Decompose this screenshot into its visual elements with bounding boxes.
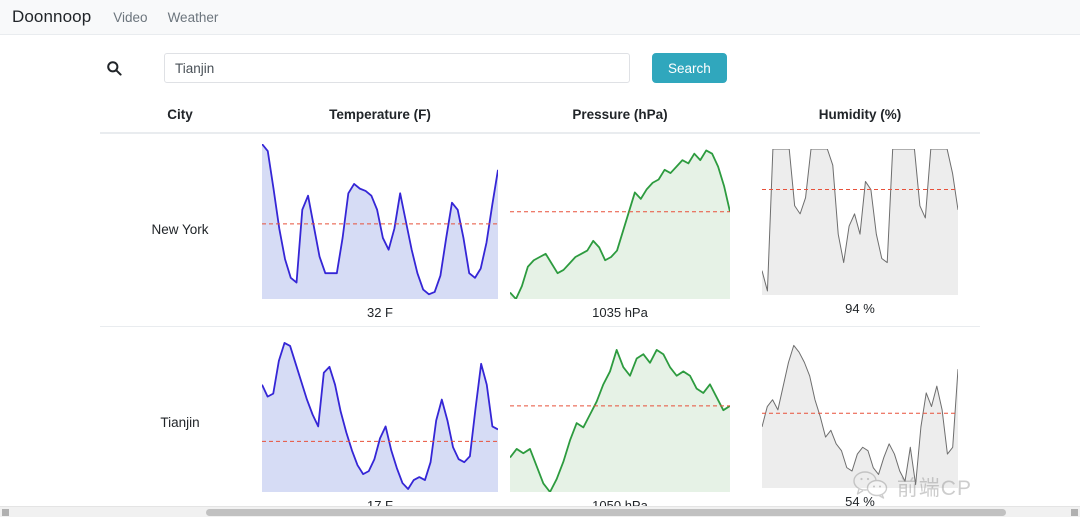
metric-humidity: 94 %: [845, 300, 875, 316]
horizontal-scrollbar[interactable]: [0, 506, 1080, 517]
search-button[interactable]: Search: [652, 53, 727, 83]
cell-city: Tianjin: [100, 326, 260, 517]
weather-table: City Temperature (F) Pressure (hPa) Humi…: [100, 99, 980, 517]
cell-humidity: 94 %: [740, 133, 980, 327]
search-bar: Search: [100, 35, 980, 99]
sparkline-pressure: [510, 349, 730, 492]
city-name: New York: [151, 222, 209, 237]
nav-link-weather[interactable]: Weather: [168, 10, 219, 25]
scroll-left-arrow-icon[interactable]: [2, 509, 9, 516]
table-header-row: City Temperature (F) Pressure (hPa) Humi…: [100, 99, 980, 134]
column-header-pressure: Pressure (hPa): [500, 99, 740, 134]
sparkline-temperature: [262, 144, 498, 299]
navbar: Doonnoop Video Weather: [0, 0, 1080, 35]
table-row[interactable]: New York 32 F 1035 hPa 94 %: [100, 133, 980, 327]
page-container: Search City Temperature (F) Pressure (hP…: [100, 35, 980, 517]
column-header-humidity: Humidity (%): [740, 99, 980, 134]
cell-pressure: 1050 hPa: [500, 326, 740, 517]
search-field-wrapper: [164, 53, 630, 83]
cell-pressure: 1035 hPa: [500, 133, 740, 327]
search-icon[interactable]: [100, 60, 128, 76]
sparkline-humidity: [762, 344, 958, 488]
metric-temperature: 32 F: [366, 305, 393, 320]
cell-humidity: 54 %: [740, 326, 980, 517]
navbar-brand[interactable]: Doonnoop: [12, 7, 91, 27]
column-header-city: City: [100, 99, 260, 134]
column-header-temperature: Temperature (F): [260, 99, 500, 134]
metric-pressure: 1035 hPa: [592, 305, 648, 320]
cell-temperature: 32 F: [260, 133, 500, 327]
scroll-right-arrow-icon[interactable]: [1071, 509, 1078, 516]
table-row[interactable]: Tianjin 17 F 1050 hPa: [100, 326, 980, 517]
table-body: New York 32 F 1035 hPa 94 % Tianjin 54 %: [100, 133, 980, 517]
sparkline-temperature: [262, 342, 498, 492]
scrollbar-thumb[interactable]: [206, 509, 1006, 516]
sparkline-humidity: [762, 148, 958, 295]
cell-city: New York: [100, 133, 260, 327]
sparkline-pressure: [510, 149, 730, 299]
city-name: Tianjin: [160, 415, 200, 430]
cell-temperature: 17 F: [260, 326, 500, 517]
nav-link-video[interactable]: Video: [113, 10, 147, 25]
search-input[interactable]: [164, 53, 630, 83]
table-header: City Temperature (F) Pressure (hPa) Humi…: [100, 99, 980, 134]
